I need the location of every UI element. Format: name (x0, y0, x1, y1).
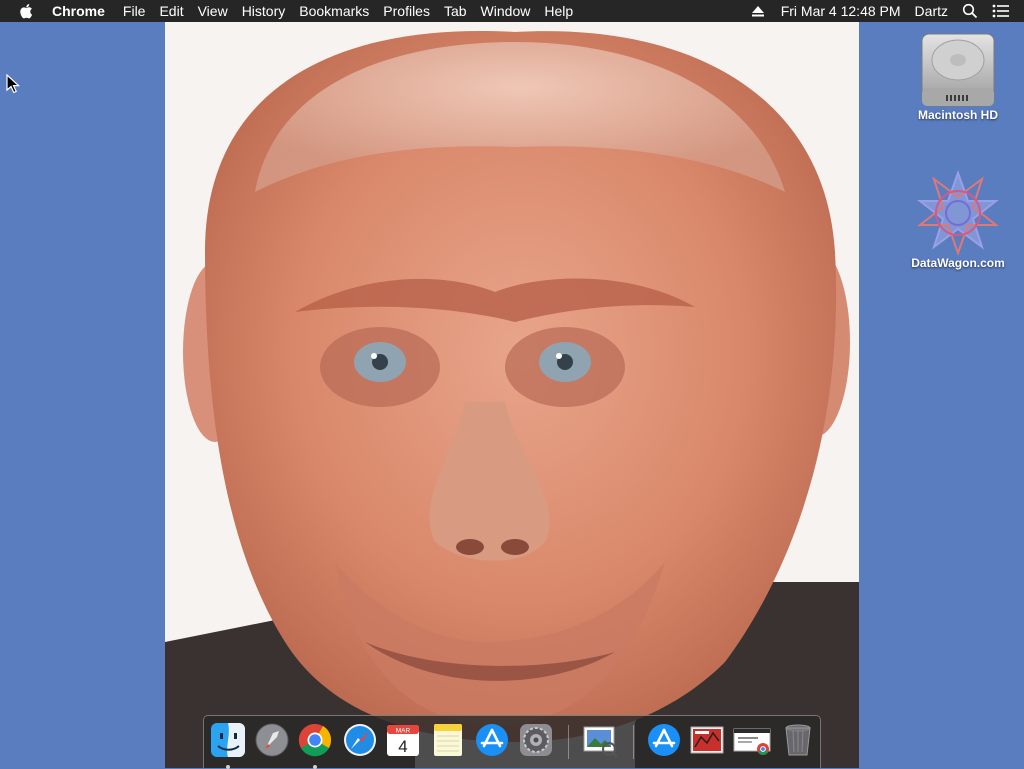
desktop-icon-label: DataWagon.com (911, 256, 1005, 270)
datawagon-logo-icon (917, 170, 999, 256)
menu-view[interactable]: View (191, 0, 235, 22)
calendar-icon: MAR 4 (387, 725, 419, 756)
menu-profiles[interactable]: Profiles (376, 0, 437, 22)
calendar-day: 4 (398, 737, 407, 756)
running-indicator (313, 765, 317, 769)
dock-item-preview[interactable] (581, 721, 619, 761)
menu-edit[interactable]: Edit (152, 0, 190, 22)
system-preferences-icon (520, 724, 552, 756)
safari-icon (344, 724, 376, 756)
apple-logo-icon[interactable] (18, 2, 36, 20)
dock-item-system-preferences[interactable] (517, 721, 555, 761)
menu-window[interactable]: Window (474, 0, 538, 22)
preview-icon (583, 726, 618, 758)
running-indicator (226, 765, 230, 769)
menu-history[interactable]: History (235, 0, 293, 22)
chrome-icon (298, 723, 332, 757)
hard-drive-icon (921, 33, 995, 107)
dock-item-notes[interactable] (429, 721, 467, 761)
app-store-icon (476, 724, 508, 756)
mouse-cursor-icon (6, 74, 20, 94)
downloads-stack-icon (690, 726, 724, 754)
desktop-icon-macintosh-hd[interactable]: Macintosh HD (898, 30, 1018, 122)
calendar-month: MAR (396, 728, 411, 735)
menubar-clock[interactable]: Fri Mar 4 12:48 PM (781, 0, 901, 22)
menu-bookmarks[interactable]: Bookmarks (292, 0, 376, 22)
notification-center-icon[interactable] (992, 4, 1010, 18)
dock-item-safari[interactable] (341, 721, 379, 761)
applications-folder-icon (648, 724, 680, 756)
dock-item-chrome[interactable] (296, 721, 334, 769)
desktop-icon-label: Macintosh HD (917, 108, 998, 122)
dock-item-applications[interactable] (645, 721, 683, 761)
desktop-icon-datawagon[interactable]: DataWagon.com (898, 170, 1018, 270)
notes-icon (434, 724, 462, 756)
dock-item-downloads[interactable] (689, 721, 727, 761)
edited-portrait-photo (165, 22, 859, 768)
chrome-document-icon (733, 728, 771, 755)
finder-icon (211, 723, 245, 757)
menu-help[interactable]: Help (537, 0, 580, 22)
menu-bar: Chrome File Edit View History Bookmarks … (0, 0, 1024, 22)
menubar-user[interactable]: Dartz (915, 0, 948, 22)
launchpad-icon (255, 723, 289, 757)
trash-icon (785, 724, 811, 756)
eject-icon[interactable] (751, 5, 765, 17)
photo-viewer (165, 22, 859, 768)
menu-tab[interactable]: Tab (437, 0, 474, 22)
dock-item-finder[interactable] (209, 721, 247, 769)
dock-item-calendar[interactable]: MAR 4 (384, 721, 422, 761)
dock-item-trash[interactable] (779, 721, 817, 761)
dock-separator (568, 725, 569, 759)
menu-app-name[interactable]: Chrome (52, 0, 112, 22)
menu-file[interactable]: File (116, 0, 153, 22)
dock: MAR 4 (203, 715, 821, 769)
dock-item-chrome-document[interactable] (733, 721, 771, 761)
dock-separator (633, 725, 634, 759)
dock-item-launchpad[interactable] (253, 721, 291, 761)
spotlight-search-icon[interactable] (962, 3, 978, 19)
dock-item-app-store[interactable] (473, 721, 511, 761)
